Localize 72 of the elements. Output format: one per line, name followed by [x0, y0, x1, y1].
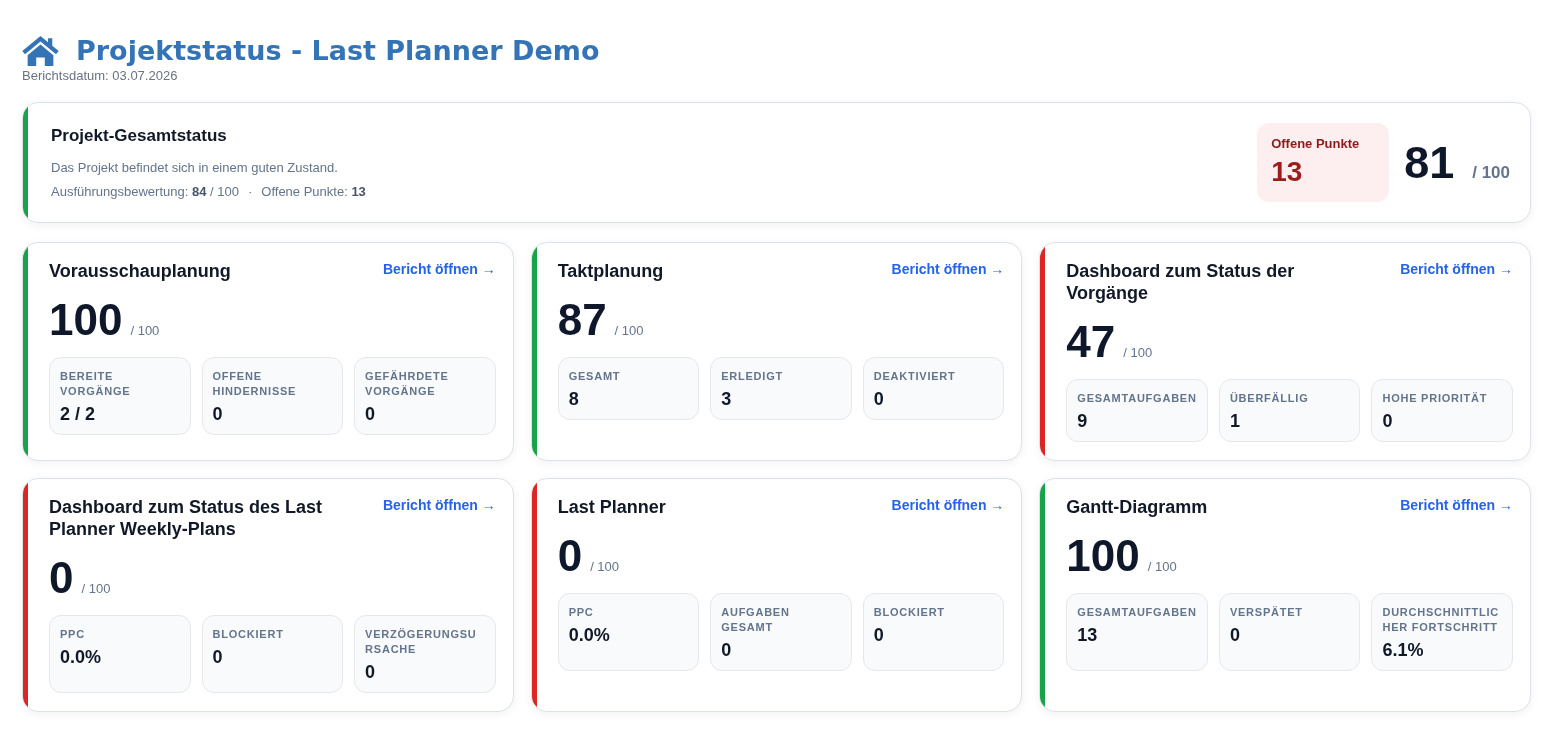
card-score: 100	[1066, 534, 1140, 578]
metric-value: 8	[568, 388, 580, 410]
card-score: 0	[49, 556, 74, 600]
open-report-link[interactable]: Bericht öffnen →	[891, 496, 1005, 514]
metric-label: GESAMT	[568, 369, 622, 384]
overall-score-max: / 100	[1472, 161, 1510, 184]
metric-value: 13	[1077, 624, 1099, 646]
score-max: / 100	[130, 322, 160, 340]
report-date: Berichtsdatum: 03.07.2026	[22, 68, 178, 84]
score-max: / 100	[1147, 558, 1177, 576]
metric-label: ERLEDIGT	[721, 369, 784, 384]
metric-label: VERSPÄTET	[1229, 605, 1304, 620]
metric-label: OFFENE HINDERNISSE	[212, 369, 298, 399]
metric-value: 0	[721, 639, 733, 661]
metric-label: BEREITE VORGÄNGE	[60, 369, 132, 399]
metric-label: GESAMTAUFGABEN	[1077, 391, 1197, 406]
card-score: 0	[557, 534, 583, 578]
card-title: Taktplanung	[557, 260, 664, 282]
metric-label: AUFGABEN GESAMT	[721, 605, 791, 635]
card-score: 47	[1066, 320, 1116, 364]
open-report-link[interactable]: Bericht öffnen →	[891, 260, 1005, 278]
summary-title: Projekt-Gesamtstatus	[51, 125, 228, 147]
metric-label: GEFÄHRDETE VORGÄNGE	[365, 369, 450, 399]
metric-value: 0	[873, 388, 885, 410]
card-title: Vorausschauplanung	[49, 260, 231, 282]
metric-value: 6.1%	[1382, 639, 1425, 661]
card-title: Gantt-Diagramm	[1066, 496, 1208, 518]
metric-value: 0	[365, 403, 377, 425]
summary-stat: Offene Punkte: 13	[261, 184, 366, 200]
overall-score: 81	[1404, 139, 1455, 185]
open-report-link[interactable]: Bericht öffnen →	[1400, 496, 1513, 514]
open-report-link[interactable]: Bericht öffnen →	[382, 496, 496, 514]
card-title: Last Planner	[557, 496, 666, 518]
metric-label: BLOCKIERT	[873, 605, 946, 620]
metric-label: BLOCKIERT	[212, 627, 285, 642]
metric-value: 2 / 2	[60, 403, 97, 425]
house-icon	[22, 36, 59, 66]
metric-value: 1	[1229, 410, 1241, 432]
summary-stat: Ausführungsbewertung: 84 / 100	[51, 184, 239, 200]
card-score: 87	[557, 298, 607, 342]
metric-value: 0	[365, 661, 377, 683]
metric-value: 0	[1229, 624, 1241, 646]
metric-value: 3	[721, 388, 733, 410]
metric-label: DEAKTIVIERT	[873, 369, 957, 384]
card-title: Dashboard zum Status des Last Planner Weekly-Plans	[49, 496, 324, 540]
open-report-link[interactable]: Bericht öffnen →	[382, 260, 496, 278]
metric-label: HOHE PRIORITÄT	[1382, 391, 1489, 406]
metric-label: PPC	[60, 627, 86, 642]
metric-label: GESAMTAUFGABEN	[1077, 605, 1197, 620]
metric-value: 0	[873, 624, 885, 646]
open-report-link[interactable]: Bericht öffnen →	[1400, 260, 1513, 278]
metric-label: VERZÖGERUNGSURSACHE	[365, 627, 478, 657]
metric-value: 0	[212, 403, 224, 425]
metric-value: 0	[212, 646, 224, 668]
score-max: / 100	[614, 322, 644, 340]
metric-value: 0.0%	[60, 646, 103, 668]
open-points-value: 13	[1271, 156, 1304, 188]
page-title: Projektstatus - Last Planner Demo	[76, 34, 600, 68]
metric-value: 0.0%	[568, 624, 611, 646]
card-score: 100	[49, 298, 123, 342]
metric-value: 9	[1077, 410, 1089, 432]
score-max: / 100	[81, 580, 111, 598]
open-points-label: Offene Punkte	[1271, 136, 1361, 152]
score-max: / 100	[590, 558, 620, 576]
metric-label: DURCHSCHNITTLICHER FORTSCHRITT	[1382, 605, 1501, 635]
score-max: / 100	[1123, 344, 1153, 362]
card-title: Dashboard zum Status der Vorgänge	[1066, 260, 1296, 304]
metric-label: ÜBERFÄLLIG	[1229, 391, 1310, 406]
metric-value: 0	[1382, 410, 1394, 432]
summary-description: Das Projekt befindet sich in einem guten Zustand.	[51, 160, 339, 176]
separator: ·	[247, 184, 253, 200]
metric-label: PPC	[568, 605, 595, 620]
